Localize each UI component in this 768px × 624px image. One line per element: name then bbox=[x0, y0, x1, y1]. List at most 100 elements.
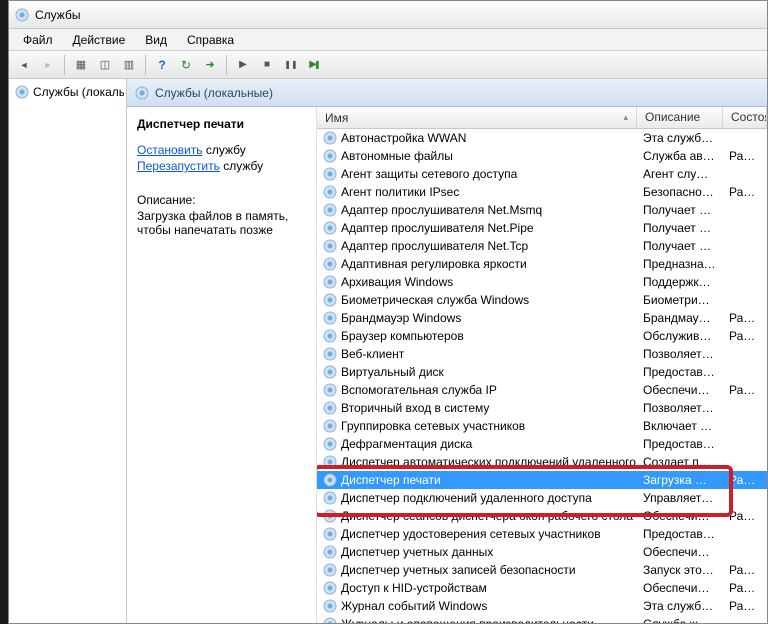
cell-name: Брандмауэр Windows bbox=[317, 311, 637, 325]
gear-icon bbox=[323, 545, 337, 559]
right-pane: Службы (локальные) Диспетчер печати Оста… bbox=[127, 79, 767, 623]
service-row[interactable]: Журналы и оповещения производительностиС… bbox=[317, 615, 767, 623]
service-row[interactable]: Адаптер прослушивателя Net.Pipe Получает … bbox=[317, 219, 767, 237]
service-row[interactable]: Адаптивная регулировка яркостиПредназна… bbox=[317, 255, 767, 273]
service-name: Дефрагментация диска bbox=[341, 437, 472, 451]
service-row[interactable]: Агент политики IPsecБезопасно…Работае bbox=[317, 183, 767, 201]
menu-view[interactable]: Вид bbox=[135, 31, 177, 49]
cell-status: Работае bbox=[723, 149, 767, 163]
service-row[interactable]: Группировка сетевых участниковВключает … bbox=[317, 417, 767, 435]
pause-service-button[interactable] bbox=[280, 54, 302, 76]
stop-link[interactable]: Остановить bbox=[137, 143, 203, 157]
menu-file[interactable]: Файл bbox=[13, 31, 63, 49]
view-mode-button[interactable] bbox=[118, 54, 140, 76]
service-row[interactable]: Биометрическая служба WindowsБиометри… bbox=[317, 291, 767, 309]
gear-icon bbox=[323, 257, 337, 271]
cell-desc: Безопасно… bbox=[637, 185, 723, 199]
service-row[interactable]: Брандмауэр WindowsБрандмау…Работае bbox=[317, 309, 767, 327]
service-row[interactable]: Вторичный вход в системуПозволяет… bbox=[317, 399, 767, 417]
service-row[interactable]: Агент защиты сетевого доступаАгент слу… bbox=[317, 165, 767, 183]
service-name: Диспетчер удостоверения сетевых участник… bbox=[341, 527, 601, 541]
service-row[interactable]: Диспетчер автоматических подключений уда… bbox=[317, 453, 767, 471]
cell-desc: Получает … bbox=[637, 239, 723, 253]
gear-icon bbox=[323, 581, 337, 595]
col-desc[interactable]: Описание bbox=[637, 107, 723, 128]
help-button[interactable] bbox=[151, 54, 173, 76]
service-row[interactable]: Журнал событий WindowsЭта служб…Работае bbox=[317, 597, 767, 615]
service-row[interactable]: Диспетчер сеансов диспетчера окон рабоче… bbox=[317, 507, 767, 525]
gear-icon bbox=[323, 329, 337, 343]
cell-desc: Получает … bbox=[637, 221, 723, 235]
menu-action[interactable]: Действие bbox=[63, 31, 136, 49]
desc-text: Загрузка файлов в память, чтобы напечата… bbox=[137, 209, 306, 237]
gear-icon bbox=[323, 473, 337, 487]
service-row[interactable]: Автономные файлыСлужба ав…Работае bbox=[317, 147, 767, 165]
cell-name: Адаптивная регулировка яркости bbox=[317, 257, 637, 271]
cell-name: Адаптер прослушивателя Net.Tcp bbox=[317, 239, 637, 253]
service-row[interactable]: Адаптер прослушивателя Net.MsmqПолучает … bbox=[317, 201, 767, 219]
cell-desc: Управляет… bbox=[637, 491, 723, 505]
service-row[interactable]: Веб-клиентПозволяет… bbox=[317, 345, 767, 363]
tree-pane: Службы (локалы bbox=[9, 79, 127, 623]
service-name: Диспетчер подключений удаленного доступа bbox=[341, 491, 592, 505]
refresh-button[interactable] bbox=[175, 54, 197, 76]
services-window: Службы Файл Действие Вид Справка Службы … bbox=[8, 0, 768, 624]
service-name: Брандмауэр Windows bbox=[341, 311, 461, 325]
service-row[interactable]: Диспетчер учетных записей безопасностиЗа… bbox=[317, 561, 767, 579]
cell-status: Работае bbox=[723, 473, 767, 487]
gear-icon bbox=[323, 203, 337, 217]
service-row[interactable]: Виртуальный дискПредостав… bbox=[317, 363, 767, 381]
stop-service-button[interactable] bbox=[256, 54, 278, 76]
service-name: Адаптер прослушивателя Net.Pipe bbox=[341, 221, 534, 235]
show-hide-tree-button[interactable] bbox=[70, 54, 92, 76]
properties-button[interactable] bbox=[94, 54, 116, 76]
service-row[interactable]: Диспетчер учетных данныхОбеспечи… bbox=[317, 543, 767, 561]
cell-desc: Обеспечи… bbox=[637, 545, 723, 559]
service-row[interactable]: Адаптер прослушивателя Net.TcpПолучает … bbox=[317, 237, 767, 255]
cell-name: Диспетчер подключений удаленного доступа bbox=[317, 491, 637, 505]
cell-name: Браузер компьютеров bbox=[317, 329, 637, 343]
export-button[interactable] bbox=[199, 54, 221, 76]
service-name: Биометрическая служба Windows bbox=[341, 293, 529, 307]
cell-name: Адаптер прослушивателя Net.Msmq bbox=[317, 203, 637, 217]
gear-icon bbox=[323, 509, 337, 523]
cell-name: Вспомогательная служба IP bbox=[317, 383, 637, 397]
restart-service-button[interactable] bbox=[304, 54, 326, 76]
restart-link[interactable]: Перезапустить bbox=[137, 159, 220, 173]
cell-name: Дефрагментация диска bbox=[317, 437, 637, 451]
col-name[interactable]: Имя▴ bbox=[317, 107, 637, 128]
cell-name: Диспетчер печати bbox=[317, 473, 637, 487]
service-row[interactable]: Автонастройка WWANЭта служб… bbox=[317, 129, 767, 147]
service-row[interactable]: Диспетчер подключений удаленного доступа… bbox=[317, 489, 767, 507]
cell-desc: Поддержк… bbox=[637, 275, 723, 289]
gear-icon bbox=[15, 85, 29, 99]
service-row[interactable]: Диспетчер печатиЗагрузка …Работае bbox=[317, 471, 767, 489]
panel-title: Службы (локальные) bbox=[155, 86, 273, 100]
titlebar[interactable]: Службы bbox=[9, 1, 767, 29]
service-name: Диспетчер печати bbox=[341, 473, 441, 487]
start-service-button[interactable] bbox=[232, 54, 254, 76]
service-row[interactable]: Вспомогательная служба IPОбеспечи…Работа… bbox=[317, 381, 767, 399]
back-button[interactable] bbox=[13, 54, 35, 76]
tree-node-services[interactable]: Службы (локалы bbox=[11, 83, 124, 101]
col-status[interactable]: Состоя bbox=[723, 107, 767, 128]
menu-help[interactable]: Справка bbox=[177, 31, 244, 49]
tree-node-label: Службы (локалы bbox=[33, 85, 124, 99]
service-rows[interactable]: Автонастройка WWANЭта служб…Автономные ф… bbox=[317, 129, 767, 623]
service-row[interactable]: Диспетчер удостоверения сетевых участник… bbox=[317, 525, 767, 543]
cell-desc: Предостав… bbox=[637, 365, 723, 379]
cell-name: Журнал событий Windows bbox=[317, 599, 637, 613]
gear-icon bbox=[323, 185, 337, 199]
cell-name: Адаптер прослушивателя Net.Pipe bbox=[317, 221, 637, 235]
gear-icon bbox=[323, 383, 337, 397]
gear-icon bbox=[323, 149, 337, 163]
cell-status: Работае bbox=[723, 329, 767, 343]
service-name: Диспетчер автоматических подключений уда… bbox=[341, 455, 637, 469]
service-row[interactable]: Браузер компьютеровОбслужив…Работае bbox=[317, 327, 767, 345]
forward-button[interactable] bbox=[37, 54, 59, 76]
service-row[interactable]: Архивация WindowsПоддержк… bbox=[317, 273, 767, 291]
cell-desc: Служба ж… bbox=[637, 617, 723, 623]
service-row[interactable]: Доступ к HID-устройствамОбеспечи…Работае bbox=[317, 579, 767, 597]
service-row[interactable]: Дефрагментация дискаПредостав… bbox=[317, 435, 767, 453]
restart-line: Перезапустить службу bbox=[137, 159, 306, 173]
